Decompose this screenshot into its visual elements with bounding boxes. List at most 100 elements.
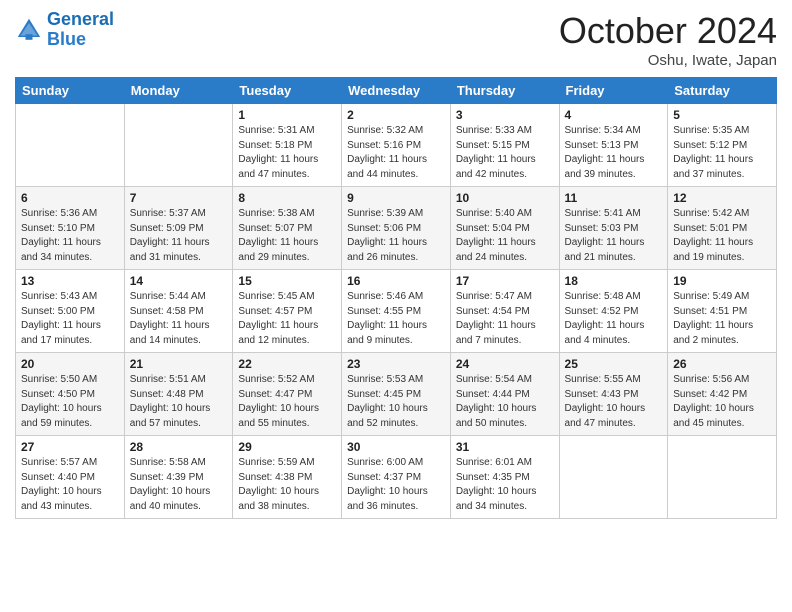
day-number: 20 bbox=[21, 357, 119, 371]
logo-icon bbox=[15, 16, 43, 44]
calendar-cell: 5 Sunrise: 5:35 AMSunset: 5:12 PMDayligh… bbox=[668, 104, 777, 187]
calendar-cell: 10 Sunrise: 5:40 AMSunset: 5:04 PMDaylig… bbox=[450, 187, 559, 270]
day-number: 27 bbox=[21, 440, 119, 454]
col-tuesday: Tuesday bbox=[233, 78, 342, 104]
col-thursday: Thursday bbox=[450, 78, 559, 104]
calendar-cell: 16 Sunrise: 5:46 AMSunset: 4:55 PMDaylig… bbox=[342, 270, 451, 353]
location: Oshu, Iwate, Japan bbox=[559, 52, 777, 69]
calendar-cell: 13 Sunrise: 5:43 AMSunset: 5:00 PMDaylig… bbox=[16, 270, 125, 353]
calendar-cell: 11 Sunrise: 5:41 AMSunset: 5:03 PMDaylig… bbox=[559, 187, 668, 270]
calendar-cell: 25 Sunrise: 5:55 AMSunset: 4:43 PMDaylig… bbox=[559, 353, 668, 436]
calendar-cell: 9 Sunrise: 5:39 AMSunset: 5:06 PMDayligh… bbox=[342, 187, 451, 270]
day-info: Sunrise: 5:52 AMSunset: 4:47 PMDaylight:… bbox=[238, 373, 336, 431]
day-info: Sunrise: 5:59 AMSunset: 4:38 PMDaylight:… bbox=[238, 456, 336, 514]
day-number: 18 bbox=[565, 274, 663, 288]
calendar-cell: 24 Sunrise: 5:54 AMSunset: 4:44 PMDaylig… bbox=[450, 353, 559, 436]
calendar-cell: 20 Sunrise: 5:50 AMSunset: 4:50 PMDaylig… bbox=[16, 353, 125, 436]
day-number: 10 bbox=[456, 191, 554, 205]
week-row-1: 6 Sunrise: 5:36 AMSunset: 5:10 PMDayligh… bbox=[16, 187, 777, 270]
page: General Blue October 2024 Oshu, Iwate, J… bbox=[0, 0, 792, 612]
day-info: Sunrise: 5:32 AMSunset: 5:16 PMDaylight:… bbox=[347, 124, 445, 182]
day-number: 21 bbox=[130, 357, 228, 371]
day-number: 6 bbox=[21, 191, 119, 205]
day-number: 13 bbox=[21, 274, 119, 288]
day-info: Sunrise: 5:49 AMSunset: 4:51 PMDaylight:… bbox=[673, 290, 771, 348]
calendar-cell bbox=[124, 104, 233, 187]
calendar-cell: 31 Sunrise: 6:01 AMSunset: 4:35 PMDaylig… bbox=[450, 436, 559, 519]
calendar-cell: 17 Sunrise: 5:47 AMSunset: 4:54 PMDaylig… bbox=[450, 270, 559, 353]
day-info: Sunrise: 5:50 AMSunset: 4:50 PMDaylight:… bbox=[21, 373, 119, 431]
day-info: Sunrise: 5:40 AMSunset: 5:04 PMDaylight:… bbox=[456, 207, 554, 265]
logo-general: General bbox=[47, 9, 114, 29]
calendar-cell: 18 Sunrise: 5:48 AMSunset: 4:52 PMDaylig… bbox=[559, 270, 668, 353]
day-info: Sunrise: 5:36 AMSunset: 5:10 PMDaylight:… bbox=[21, 207, 119, 265]
day-number: 14 bbox=[130, 274, 228, 288]
day-info: Sunrise: 5:56 AMSunset: 4:42 PMDaylight:… bbox=[673, 373, 771, 431]
col-monday: Monday bbox=[124, 78, 233, 104]
day-info: Sunrise: 5:51 AMSunset: 4:48 PMDaylight:… bbox=[130, 373, 228, 431]
day-number: 11 bbox=[565, 191, 663, 205]
day-info: Sunrise: 5:57 AMSunset: 4:40 PMDaylight:… bbox=[21, 456, 119, 514]
calendar-cell bbox=[668, 436, 777, 519]
day-info: Sunrise: 5:43 AMSunset: 5:00 PMDaylight:… bbox=[21, 290, 119, 348]
calendar-cell: 22 Sunrise: 5:52 AMSunset: 4:47 PMDaylig… bbox=[233, 353, 342, 436]
week-row-3: 20 Sunrise: 5:50 AMSunset: 4:50 PMDaylig… bbox=[16, 353, 777, 436]
day-info: Sunrise: 5:45 AMSunset: 4:57 PMDaylight:… bbox=[238, 290, 336, 348]
day-number: 3 bbox=[456, 108, 554, 122]
day-number: 15 bbox=[238, 274, 336, 288]
day-info: Sunrise: 5:31 AMSunset: 5:18 PMDaylight:… bbox=[238, 124, 336, 182]
day-number: 25 bbox=[565, 357, 663, 371]
day-number: 8 bbox=[238, 191, 336, 205]
day-number: 28 bbox=[130, 440, 228, 454]
day-number: 24 bbox=[456, 357, 554, 371]
calendar-cell: 1 Sunrise: 5:31 AMSunset: 5:18 PMDayligh… bbox=[233, 104, 342, 187]
day-number: 4 bbox=[565, 108, 663, 122]
day-info: Sunrise: 5:46 AMSunset: 4:55 PMDaylight:… bbox=[347, 290, 445, 348]
day-info: Sunrise: 5:34 AMSunset: 5:13 PMDaylight:… bbox=[565, 124, 663, 182]
col-friday: Friday bbox=[559, 78, 668, 104]
day-number: 23 bbox=[347, 357, 445, 371]
day-info: Sunrise: 6:01 AMSunset: 4:35 PMDaylight:… bbox=[456, 456, 554, 514]
day-number: 26 bbox=[673, 357, 771, 371]
logo: General Blue bbox=[15, 10, 114, 50]
calendar-cell: 28 Sunrise: 5:58 AMSunset: 4:39 PMDaylig… bbox=[124, 436, 233, 519]
day-number: 29 bbox=[238, 440, 336, 454]
day-number: 7 bbox=[130, 191, 228, 205]
day-info: Sunrise: 5:58 AMSunset: 4:39 PMDaylight:… bbox=[130, 456, 228, 514]
logo-text: General Blue bbox=[47, 10, 114, 50]
day-number: 22 bbox=[238, 357, 336, 371]
day-info: Sunrise: 5:48 AMSunset: 4:52 PMDaylight:… bbox=[565, 290, 663, 348]
calendar-cell: 21 Sunrise: 5:51 AMSunset: 4:48 PMDaylig… bbox=[124, 353, 233, 436]
day-number: 19 bbox=[673, 274, 771, 288]
day-info: Sunrise: 5:38 AMSunset: 5:07 PMDaylight:… bbox=[238, 207, 336, 265]
day-number: 1 bbox=[238, 108, 336, 122]
day-info: Sunrise: 5:39 AMSunset: 5:06 PMDaylight:… bbox=[347, 207, 445, 265]
day-info: Sunrise: 5:44 AMSunset: 4:58 PMDaylight:… bbox=[130, 290, 228, 348]
calendar-cell: 2 Sunrise: 5:32 AMSunset: 5:16 PMDayligh… bbox=[342, 104, 451, 187]
header-row: Sunday Monday Tuesday Wednesday Thursday… bbox=[16, 78, 777, 104]
calendar-cell bbox=[16, 104, 125, 187]
calendar-cell: 15 Sunrise: 5:45 AMSunset: 4:57 PMDaylig… bbox=[233, 270, 342, 353]
day-number: 5 bbox=[673, 108, 771, 122]
day-info: Sunrise: 5:55 AMSunset: 4:43 PMDaylight:… bbox=[565, 373, 663, 431]
day-number: 31 bbox=[456, 440, 554, 454]
calendar-cell: 23 Sunrise: 5:53 AMSunset: 4:45 PMDaylig… bbox=[342, 353, 451, 436]
calendar-cell: 7 Sunrise: 5:37 AMSunset: 5:09 PMDayligh… bbox=[124, 187, 233, 270]
day-info: Sunrise: 5:42 AMSunset: 5:01 PMDaylight:… bbox=[673, 207, 771, 265]
calendar-cell: 12 Sunrise: 5:42 AMSunset: 5:01 PMDaylig… bbox=[668, 187, 777, 270]
calendar-cell: 19 Sunrise: 5:49 AMSunset: 4:51 PMDaylig… bbox=[668, 270, 777, 353]
calendar-cell bbox=[559, 436, 668, 519]
day-number: 12 bbox=[673, 191, 771, 205]
calendar-cell: 30 Sunrise: 6:00 AMSunset: 4:37 PMDaylig… bbox=[342, 436, 451, 519]
day-number: 16 bbox=[347, 274, 445, 288]
week-row-4: 27 Sunrise: 5:57 AMSunset: 4:40 PMDaylig… bbox=[16, 436, 777, 519]
calendar-cell: 14 Sunrise: 5:44 AMSunset: 4:58 PMDaylig… bbox=[124, 270, 233, 353]
day-info: Sunrise: 5:53 AMSunset: 4:45 PMDaylight:… bbox=[347, 373, 445, 431]
day-info: Sunrise: 5:41 AMSunset: 5:03 PMDaylight:… bbox=[565, 207, 663, 265]
day-info: Sunrise: 5:47 AMSunset: 4:54 PMDaylight:… bbox=[456, 290, 554, 348]
header: General Blue October 2024 Oshu, Iwate, J… bbox=[15, 10, 777, 69]
day-info: Sunrise: 5:54 AMSunset: 4:44 PMDaylight:… bbox=[456, 373, 554, 431]
calendar-cell: 8 Sunrise: 5:38 AMSunset: 5:07 PMDayligh… bbox=[233, 187, 342, 270]
calendar-table: Sunday Monday Tuesday Wednesday Thursday… bbox=[15, 77, 777, 519]
day-info: Sunrise: 5:37 AMSunset: 5:09 PMDaylight:… bbox=[130, 207, 228, 265]
